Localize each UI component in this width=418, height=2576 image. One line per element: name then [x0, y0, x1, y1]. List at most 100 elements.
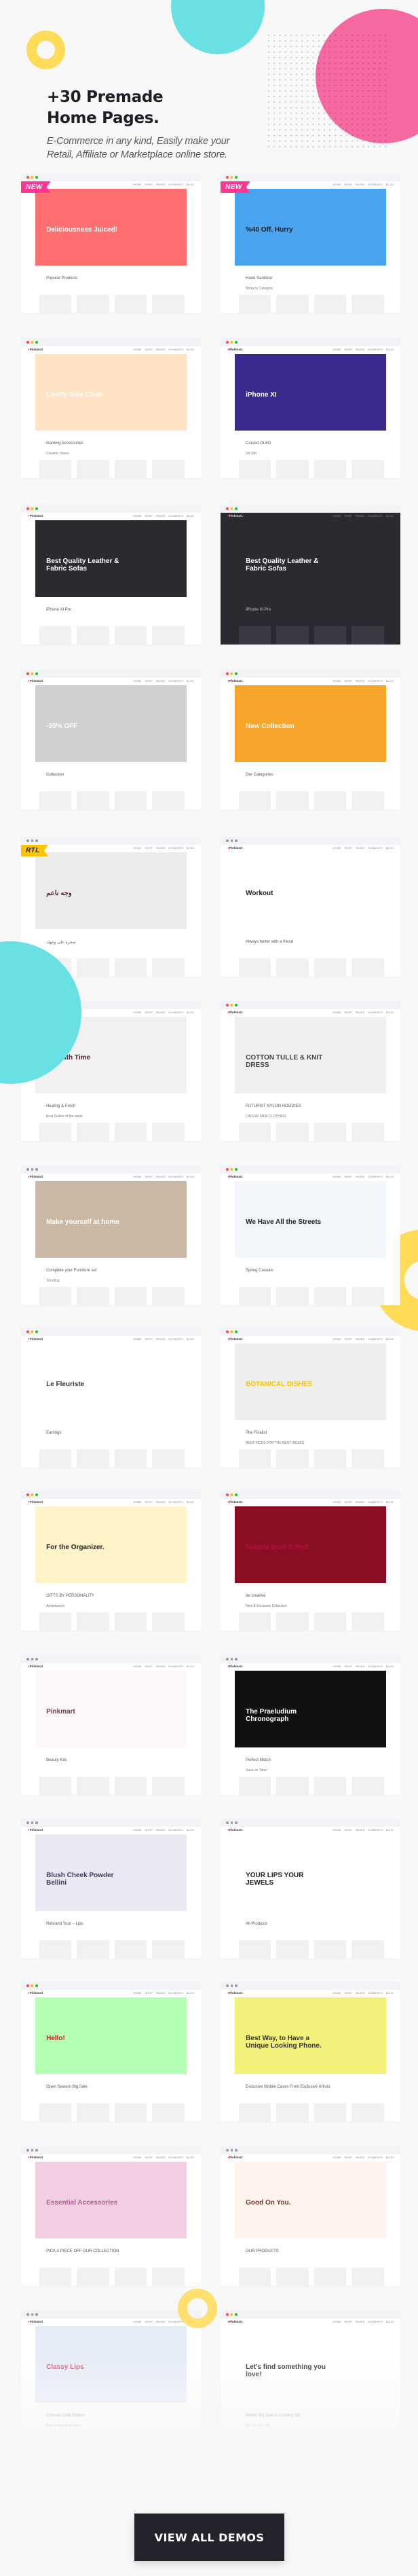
demo-product-tile: [352, 958, 385, 977]
demo-card[interactable]: Pinkmart. HOMESHOPPAGESELEMENTSBLOG The Pr…: [221, 1655, 400, 1795]
demo-card[interactable]: Pinkmart. HOMESHOPPAGESELEMENTSBLOG Make y…: [21, 1165, 201, 1305]
window-dot-icon: [35, 839, 38, 842]
nav-link: SHOP: [344, 679, 352, 683]
window-dot-icon: [31, 2313, 33, 2316]
demo-card[interactable]: Pinkmart. HOMESHOPPAGESELEMENTSBLOG Workou…: [221, 837, 400, 977]
demo-screen: Pinkmart.HOMESHOPPAGESELEMENTSBLOGDelici…: [21, 181, 201, 313]
demo-nav-links: HOME SHOP PAGES ELEMENTS BLOG: [332, 348, 394, 351]
browser-bar: [21, 338, 201, 346]
browser-bar: [21, 1982, 201, 1990]
demo-product-tile: [114, 1449, 147, 1468]
window-dot-icon: [235, 341, 238, 344]
demo-card[interactable]: Pinkmart. HOMESHOPPAGESELEMENTSBLOG New Co…: [221, 670, 400, 810]
window-dot-icon: [35, 1493, 38, 1496]
demo-nav: Pinkmart. HOMESHOPPAGESELEMENTSBLOG: [221, 2319, 400, 2325]
window-dot-icon: [226, 839, 229, 842]
window-dot-icon: [230, 1330, 233, 1333]
demo-card[interactable]: Pinkmart. HOMESHOPPAGESELEMENTSBLOG BOTANI…: [221, 1328, 400, 1468]
nav-link: SHOP: [344, 1175, 352, 1178]
browser-bar: [221, 1655, 400, 1663]
demo-card[interactable]: Pinkmart. HOMESHOPPAGESELEMENTSBLOG COTTON…: [221, 1001, 400, 1141]
demo-product-tile: [152, 625, 185, 645]
demo-product-tile: [352, 1286, 385, 1305]
demo-card[interactable]: Pinkmart. HOMESHOPPAGESELEMENTSBLOG Essent…: [21, 2146, 201, 2286]
window-dot-icon: [35, 2313, 38, 2316]
demo-card[interactable]: Pinkmart. HOMESHOPPAGESELEMENTSBLOG Best W…: [221, 1982, 400, 2122]
demo-card[interactable]: Pinkmart. HOMESHOPPAGESELEMENTSBLOG Comfy …: [21, 338, 201, 478]
demo-headline: %40 Off. Hurry: [246, 225, 293, 234]
demo-card[interactable]: Pinkmart. HOMESHOPPAGESELEMENTSBLOG For th…: [21, 1491, 201, 1631]
demo-product-tile: [152, 1612, 185, 1631]
window-dot-icon: [235, 2149, 238, 2152]
demo-extra-text: Ceramic Vases: [46, 452, 69, 456]
nav-link: PAGES: [355, 348, 365, 351]
demo-subheadline: OUR PRODUCTS: [246, 2249, 279, 2253]
window-dot-icon: [31, 1493, 33, 1496]
demo-screen: Pinkmart. HOMESHOPPAGESELEMENTSBLOG For th…: [21, 1499, 201, 1631]
view-all-demos-button[interactable]: VIEW ALL DEMOS: [134, 2514, 284, 2561]
window-dot-icon: [26, 507, 29, 510]
nav-link: HOME: [332, 1828, 341, 1832]
nav-link: PAGES: [155, 348, 166, 351]
demo-logo: Pinkmart.: [227, 679, 244, 683]
nav-link: PAGES: [155, 679, 166, 683]
nav-link: BLOG: [385, 1828, 394, 1832]
demo-headline: COTTON TULLE & KNIT DRESS: [246, 1053, 323, 1069]
demo-card[interactable]: Pinkmart.HOMESHOPPAGESELEMENTSBLOGPinkma…: [21, 1655, 201, 1795]
demo-card[interactable]: Pinkmart.HOMESHOPPAGESELEMENTSBLOGDelici…: [21, 173, 201, 313]
window-dot-icon: [226, 1330, 229, 1333]
nav-link: SHOP: [344, 2156, 352, 2159]
demo-logo: Pinkmart.: [28, 2156, 44, 2159]
demo-nav-links: HOME SHOP PAGES ELEMENTS BLOG: [332, 514, 394, 518]
demo-product-tile: [77, 1122, 109, 1141]
window-dot-icon: [226, 1168, 229, 1171]
demo-card[interactable]: Pinkmart. HOMESHOPPAGESELEMENTSBLOG Hello!…: [21, 1982, 201, 2122]
nav-link: BLOG: [186, 514, 194, 518]
demo-screen: Pinkmart. HOMESHOPPAGESELEMENTSBLOG Best Q…: [221, 513, 400, 645]
browser-bar: [21, 1165, 201, 1174]
window-dot-icon: [230, 1493, 233, 1496]
demo-nav: Pinkmart. HOMESHOPPAGESELEMENTSBLOG: [21, 1990, 201, 1996]
nav-link: PAGES: [355, 1175, 365, 1178]
demo-card[interactable]: Pinkmart. HOMESHOPPAGESELEMENTSBLOG We Hav…: [221, 1165, 400, 1305]
nav-link: HOME: [332, 679, 341, 683]
window-dot-icon: [226, 1658, 229, 1661]
demo-card[interactable]: Pinkmart. HOMESHOPPAGESELEMENTSBLOG Natura…: [221, 1491, 400, 1631]
browser-bar: [21, 670, 201, 678]
demo-card[interactable]: Pinkmart. HOMESHOPPAGESELEMENTSBLOG Le Fle…: [21, 1328, 201, 1468]
demo-card[interactable]: Pinkmart. HOMESHOPPAGESELEMENTSBLOG YOUR L…: [221, 1819, 400, 1959]
demo-product-tile: [238, 2267, 271, 2286]
window-dot-icon: [226, 1004, 229, 1006]
demo-product-tile: [114, 1940, 147, 1959]
nav-link: BLOG: [385, 1337, 394, 1341]
nav-link: PAGES: [155, 2156, 166, 2159]
demo-nav: Pinkmart. HOMESHOPPAGESELEMENTSBLOG: [221, 1499, 400, 1505]
decor-cyan-circle: [171, 0, 265, 54]
demo-card[interactable]: Pinkmart. HOMESHOPPAGESELEMENTSBLOG iPhone…: [221, 338, 400, 478]
demo-card[interactable]: Pinkmart. HOMESHOPPAGESELEMENTSBLOG Good O…: [221, 2146, 400, 2286]
demo-nav-links: HOME SHOP PAGES ELEMENTS BLOG: [133, 183, 194, 186]
demo-card[interactable]: Pinkmart. HOMESHOPPAGESELEMENTSBLOG Best Q…: [221, 505, 400, 645]
nav-link: HOME: [332, 1175, 341, 1178]
demo-subheadline: All Products: [246, 1921, 268, 1926]
demo-product-tile: [276, 958, 309, 977]
demo-card[interactable]: Pinkmart. HOMESHOPPAGESELEMENTSBLOG Best Q…: [21, 505, 201, 645]
window-dot-icon: [235, 839, 238, 842]
nav-link: HOME: [133, 1500, 142, 1504]
demo-product-tile: [39, 1449, 72, 1468]
demo-logo: Pinkmart.: [28, 1175, 44, 1178]
window-dot-icon: [31, 341, 33, 344]
demo-card[interactable]: Pinkmart. HOMESHOPPAGESELEMENTSBLOG -35% O…: [21, 670, 201, 810]
demo-card[interactable]: Pinkmart. HOMESHOPPAGESELEMENTSBLOG Blush …: [21, 1819, 201, 1959]
demo-product-tile: [276, 625, 309, 645]
demo-card[interactable]: Pinkmart.HOMESHOPPAGESELEMENTSBLOG%40 Of…: [221, 173, 400, 313]
demo-nav: Pinkmart. HOMESHOPPAGESELEMENTSBLOG: [21, 1499, 201, 1505]
demo-product-tile: [152, 791, 185, 810]
demo-extra-text: Save on Time!: [246, 1768, 268, 1773]
demo-product-tile: [77, 2103, 109, 2122]
nav-link: HOME: [133, 183, 142, 186]
demo-headline: BOTANICAL DISHES: [246, 1380, 313, 1388]
demo-nav-links: HOME SHOP PAGES ELEMENTS BLOG: [332, 2320, 394, 2323]
demo-product-tile: [238, 294, 271, 313]
window-dot-icon: [26, 176, 29, 179]
